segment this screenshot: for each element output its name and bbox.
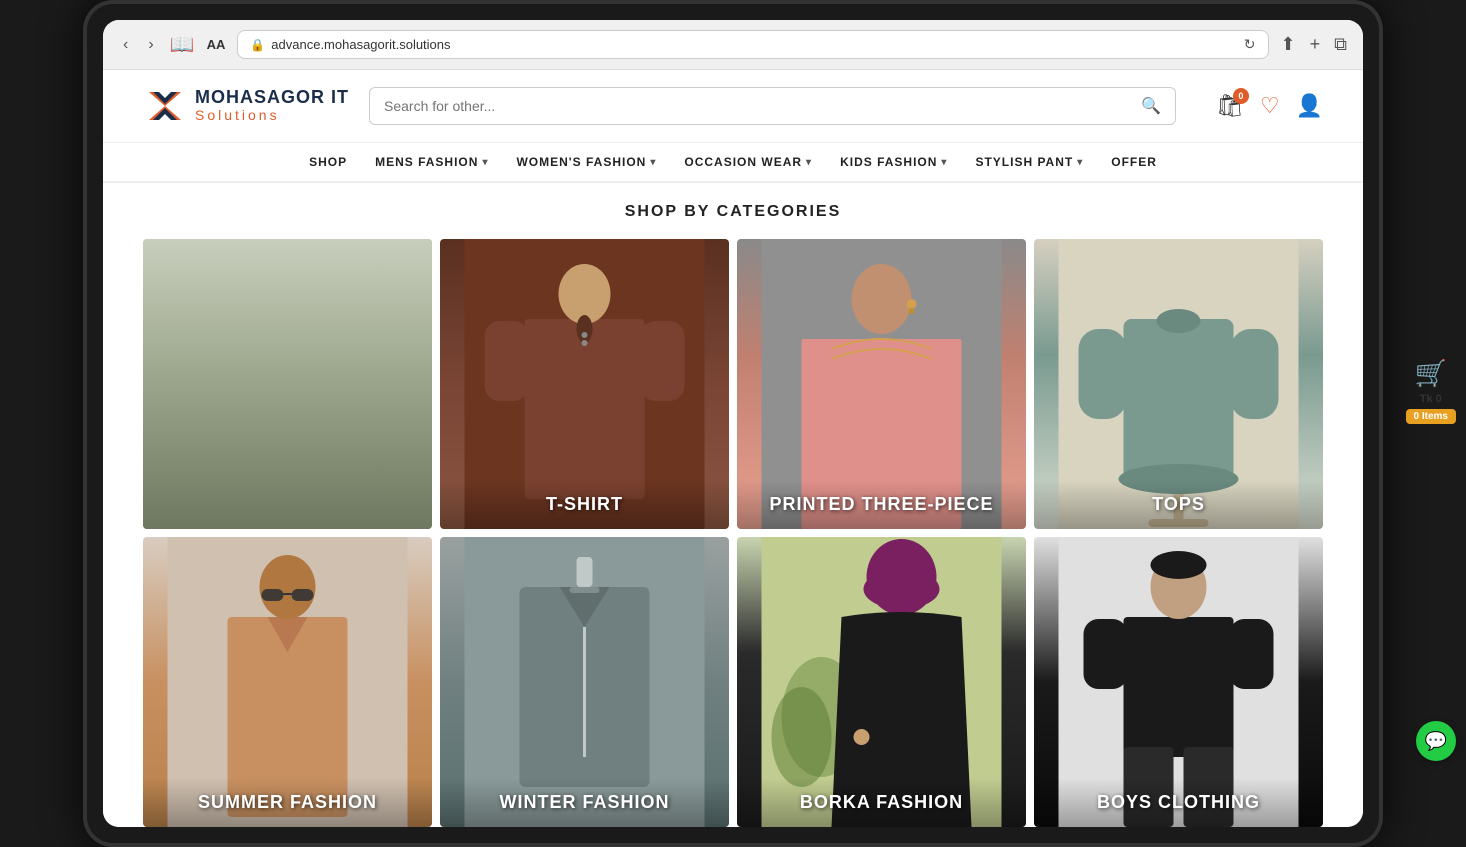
header-icons: 🛍 0 ♡ 👤: [1216, 93, 1323, 119]
section-title: SHOP BY CATEGORIES: [143, 203, 1323, 221]
chevron-down-icon: ▾: [482, 157, 488, 168]
device-frame: ‹ › 📖 AA 🔒 advance.mohasagorit.solutions…: [83, 0, 1383, 847]
browser-actions: ⬆ + ⧉: [1281, 34, 1347, 55]
logo-text: MOHASAGOR IT Solutions: [195, 88, 349, 123]
category-card-summer-fashion[interactable]: SUMMER FASHION: [143, 537, 432, 827]
back-button[interactable]: ‹: [119, 32, 132, 58]
wishlist-button[interactable]: ♡: [1260, 93, 1280, 119]
logo-top-text: MOHASAGOR IT: [195, 88, 349, 108]
main-content: SHOP BY CATEGORIES: [103, 183, 1363, 827]
category-card-printed-three-piece[interactable]: PRINTED THREE-PIECE: [737, 239, 1026, 529]
category-card-boys-clothing[interactable]: BOYS CLOTHING: [1034, 537, 1323, 827]
bookmarks-icon: 📖: [170, 32, 195, 57]
category-card-winter-fashion[interactable]: WINTER FASHION: [440, 537, 729, 827]
forward-button[interactable]: ›: [144, 32, 157, 58]
text-size-label: AA: [207, 37, 226, 52]
category-label-tshirt: T-SHIRT: [440, 480, 729, 529]
logo-icon: [143, 84, 187, 128]
site-navigation: SHOP MENS FASHION ▾ WOMEN'S FASHION ▾ OC…: [103, 143, 1363, 183]
category-label-summer-fashion: SUMMER FASHION: [143, 778, 432, 827]
category-grid: SHIRT: [143, 239, 1323, 827]
chevron-down-icon: ▾: [650, 157, 656, 168]
category-label-winter-fashion: WINTER FASHION: [440, 778, 729, 827]
site-header: MOHASAGOR IT Solutions 🔍 🛍 0 ♡ 👤: [103, 70, 1363, 143]
search-button[interactable]: 🔍: [1141, 96, 1161, 116]
category-label-tops: TOPS: [1034, 480, 1323, 529]
logo-area: MOHASAGOR IT Solutions: [143, 84, 349, 128]
logo-bottom-text: Solutions: [195, 108, 349, 123]
nav-item-kids-fashion[interactable]: KIDS FASHION ▾: [840, 155, 947, 169]
search-input[interactable]: [384, 98, 1133, 114]
chevron-down-icon: ▾: [806, 157, 812, 168]
site-content: MOHASAGOR IT Solutions 🔍 🛍 0 ♡ 👤: [103, 70, 1363, 827]
url-text: advance.mohasagorit.solutions: [271, 37, 1238, 52]
browser-window: ‹ › 📖 AA 🔒 advance.mohasagorit.solutions…: [103, 20, 1363, 827]
nav-item-mens-fashion[interactable]: MENS FASHION ▾: [375, 155, 488, 169]
category-card-tops[interactable]: TOPS: [1034, 239, 1323, 529]
chevron-down-icon: ▾: [941, 157, 947, 168]
category-card-tshirt[interactable]: T-SHIRT: [440, 239, 729, 529]
address-bar[interactable]: 🔒 advance.mohasagorit.solutions ↻: [237, 30, 1268, 59]
category-card-borka-fashion[interactable]: BORKA FASHION: [737, 537, 1026, 827]
browser-chrome: ‹ › 📖 AA 🔒 advance.mohasagorit.solutions…: [103, 20, 1363, 70]
nav-item-occasion-wear[interactable]: OCCASION WEAR ▾: [684, 155, 812, 169]
nav-item-shop[interactable]: SHOP: [309, 155, 347, 169]
cart-badge: 0: [1233, 88, 1249, 104]
cart-wrapper: 🛍 0: [1216, 93, 1244, 119]
nav-item-offer[interactable]: OFFER: [1111, 155, 1157, 169]
chevron-down-icon: ▾: [1077, 157, 1083, 168]
category-label-borka-fashion: BORKA FASHION: [737, 778, 1026, 827]
user-account-button[interactable]: 👤: [1296, 93, 1323, 119]
nav-item-womens-fashion[interactable]: WOMEN'S FASHION ▾: [516, 155, 656, 169]
nav-item-stylish-pant[interactable]: STYLISH PANT ▾: [975, 155, 1083, 169]
reload-button[interactable]: ↻: [1244, 36, 1256, 53]
category-label-printed-three-piece: PRINTED THREE-PIECE: [737, 480, 1026, 529]
category-label-boys-clothing: BOYS CLOTHING: [1034, 778, 1323, 827]
share-button[interactable]: ⬆: [1281, 34, 1296, 55]
add-tab-button[interactable]: +: [1310, 34, 1321, 55]
category-label-shirt: SHIRT: [143, 480, 432, 529]
category-card-shirt[interactable]: SHIRT: [143, 239, 432, 529]
tabs-button[interactable]: ⧉: [1334, 34, 1347, 55]
lock-icon: 🔒: [250, 38, 265, 52]
search-bar[interactable]: 🔍: [369, 87, 1176, 125]
